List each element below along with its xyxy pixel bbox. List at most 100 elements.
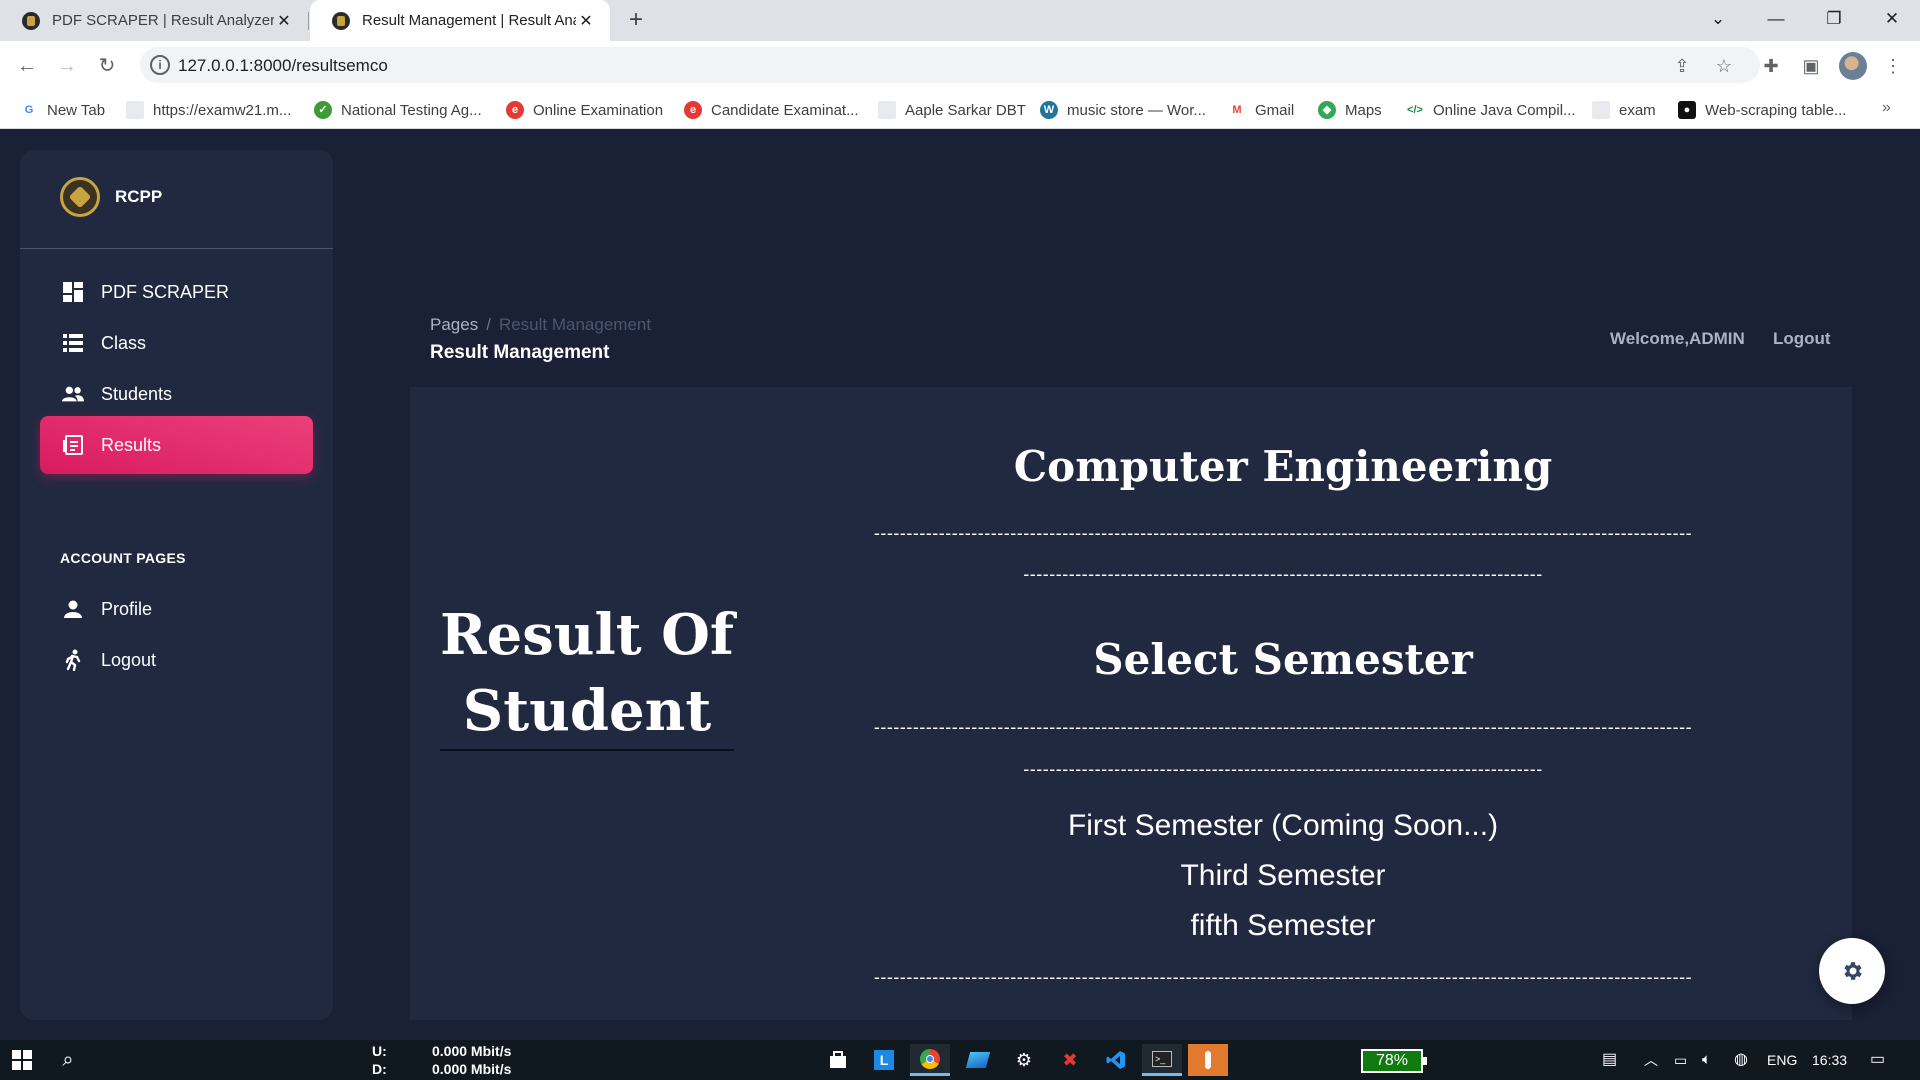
exam-icon: e bbox=[506, 101, 524, 119]
bookmark-label: Maps bbox=[1345, 101, 1382, 119]
bookmark-item[interactable]: W music store — Wor... bbox=[1040, 99, 1206, 121]
editor-app-icon[interactable] bbox=[958, 1044, 998, 1076]
bookmark-label: music store — Wor... bbox=[1067, 101, 1206, 119]
net-down-label: D: bbox=[372, 1061, 387, 1077]
minimize-icon[interactable]: — bbox=[1748, 0, 1804, 41]
chrome-icon[interactable] bbox=[910, 1044, 950, 1076]
windows-taskbar: ⌕ U: D: 0.000 Mbit/s 0.000 Mbit/s L ⚙ ✖ … bbox=[0, 1040, 1920, 1080]
ide-app-icon[interactable] bbox=[1188, 1044, 1228, 1076]
brand[interactable]: RCPP bbox=[60, 177, 162, 217]
bookmark-item[interactable]: ✓ National Testing Ag... bbox=[314, 99, 482, 121]
sidebar-item-results[interactable]: Results bbox=[40, 416, 313, 474]
breadcrumb-root[interactable]: Pages bbox=[430, 315, 478, 334]
bookmark-item[interactable]: exam bbox=[1592, 99, 1656, 121]
semester-link-fifth[interactable]: fifth Semester bbox=[738, 909, 1828, 943]
code-icon: </> bbox=[1406, 101, 1424, 119]
site-favicon-icon bbox=[22, 11, 40, 30]
language-indicator[interactable]: ENG bbox=[1767, 1040, 1797, 1080]
close-tab-icon[interactable]: ✕ bbox=[274, 11, 294, 31]
store-icon[interactable] bbox=[818, 1044, 858, 1076]
bookmark-star-icon[interactable]: ☆ bbox=[1712, 54, 1736, 78]
bookmark-item[interactable]: ◆ Maps bbox=[1318, 99, 1382, 121]
news-icon[interactable]: ▤ bbox=[1602, 1040, 1617, 1080]
windows-start-icon[interactable] bbox=[8, 1040, 36, 1080]
battery-icon[interactable]: ▭ bbox=[1674, 1040, 1687, 1080]
vscode-icon[interactable] bbox=[1096, 1044, 1136, 1076]
app-root: RCPP PDF SCRAPER Class Students Results … bbox=[0, 129, 1920, 1040]
clock[interactable]: 16:33 bbox=[1812, 1040, 1847, 1080]
browser-tab-pdf-scraper[interactable]: PDF SCRAPER | Result Analyzer S ✕ bbox=[0, 0, 308, 41]
sidebar-item-students[interactable]: Students bbox=[40, 365, 313, 423]
site-info-icon[interactable]: i bbox=[150, 55, 170, 75]
sidebar-item-logout[interactable]: Logout bbox=[40, 631, 313, 689]
sidebar-divider bbox=[20, 248, 333, 249]
chevron-up-icon[interactable]: ︿ bbox=[1644, 1040, 1658, 1080]
dashboard-icon bbox=[62, 281, 84, 303]
bookmark-label: https://examw21.m... bbox=[153, 101, 292, 119]
bookmark-item[interactable]: https://examw21.m... bbox=[126, 99, 291, 121]
nta-icon: ✓ bbox=[314, 101, 332, 119]
globe-icon[interactable]: ◍ bbox=[1734, 1040, 1748, 1080]
battery-indicator[interactable]: 78% bbox=[1361, 1049, 1427, 1073]
sidebar-item-label: Class bbox=[101, 332, 147, 353]
net-up-label: U: bbox=[372, 1043, 387, 1059]
bookmark-item[interactable]: e Online Examination bbox=[506, 99, 663, 121]
tab-search-chevron-icon[interactable]: ⌄ bbox=[1690, 0, 1746, 41]
url-text[interactable]: 127.0.0.1:8000/resultsemco bbox=[178, 56, 388, 76]
bookmark-item[interactable]: </> Online Java Compil... bbox=[1406, 99, 1576, 121]
welcome-text: Welcome,ADMIN bbox=[1610, 329, 1745, 348]
page-title: Result Management bbox=[430, 342, 610, 363]
sidebar-item-profile[interactable]: Profile bbox=[40, 580, 313, 638]
settings-fab[interactable] bbox=[1819, 938, 1885, 1004]
sidebar-item-label: Students bbox=[101, 383, 173, 404]
run-icon bbox=[62, 649, 84, 671]
search-icon[interactable]: ⌕ bbox=[54, 1040, 82, 1080]
share-icon[interactable]: ⇪ bbox=[1670, 54, 1694, 78]
lens-app-icon[interactable]: L bbox=[864, 1044, 904, 1076]
more-bookmarks-chevron-icon[interactable]: » bbox=[1882, 99, 1891, 117]
users-icon bbox=[62, 383, 84, 405]
browser-tab-result-management[interactable]: Result Management | Result Anal ✕ bbox=[310, 0, 610, 41]
notifications-icon[interactable]: ▭ bbox=[1870, 1040, 1885, 1080]
profile-avatar[interactable] bbox=[1839, 52, 1867, 80]
exam-icon: e bbox=[684, 101, 702, 119]
semester-link-first[interactable]: First Semester (Coming Soon...) bbox=[738, 809, 1828, 843]
sidebar-item-pdf-scraper[interactable]: PDF SCRAPER bbox=[40, 263, 313, 321]
bookmark-item[interactable]: ● Web-scraping table... bbox=[1678, 99, 1846, 121]
net-down-speed: 0.000 Mbit/s bbox=[432, 1061, 512, 1077]
sidebar-item-label: Logout bbox=[101, 649, 157, 670]
browser-tab-strip: PDF SCRAPER | Result Analyzer S ✕ Result… bbox=[0, 0, 1920, 41]
extensions-puzzle-icon[interactable]: ✚ bbox=[1758, 53, 1784, 79]
reload-icon[interactable]: ↻ bbox=[92, 51, 122, 81]
sidebar-item-label: Results bbox=[101, 434, 162, 455]
close-window-icon[interactable]: ✕ bbox=[1864, 0, 1920, 41]
google-icon: G bbox=[20, 101, 38, 119]
bookmark-item[interactable]: Aaple Sarkar DBT bbox=[878, 99, 1026, 121]
dashed-separator: ----------------------------------------… bbox=[1023, 564, 1543, 584]
address-bar[interactable]: i 127.0.0.1:8000/resultsemco ⇪ ☆ bbox=[140, 47, 1760, 83]
semester-link-third[interactable]: Third Semester bbox=[738, 859, 1828, 893]
logout-link[interactable]: Logout bbox=[1773, 329, 1831, 349]
bookmark-item[interactable]: M Gmail bbox=[1228, 99, 1294, 121]
bookmark-item[interactable]: e Candidate Examinat... bbox=[684, 99, 859, 121]
bookmark-item[interactable]: G New Tab bbox=[20, 99, 105, 121]
bookmark-label: Gmail bbox=[1255, 101, 1295, 119]
department-title: Computer Engineering bbox=[1013, 442, 1553, 491]
wordpress-icon: W bbox=[1040, 101, 1058, 119]
forward-arrow-icon[interactable]: → bbox=[52, 51, 82, 81]
settings-gear-icon[interactable]: ⚙ bbox=[1004, 1044, 1044, 1076]
new-tab-plus-icon[interactable]: + bbox=[622, 6, 650, 34]
kebab-menu-icon[interactable]: ⋮ bbox=[1880, 53, 1906, 79]
volume-icon[interactable]: 🔈︎ bbox=[1702, 1040, 1711, 1080]
close-tab-icon[interactable]: ✕ bbox=[576, 11, 596, 31]
xampp-icon[interactable]: ✖ bbox=[1050, 1044, 1090, 1076]
sidebar-item-class[interactable]: Class bbox=[40, 314, 313, 372]
net-up-speed: 0.000 Mbit/s bbox=[432, 1043, 512, 1059]
terminal-icon[interactable]: >_ bbox=[1142, 1044, 1182, 1076]
table-icon bbox=[62, 332, 84, 354]
side-panel-icon[interactable]: ▣ bbox=[1798, 53, 1824, 79]
restore-icon[interactable]: ❐ bbox=[1806, 0, 1862, 41]
brand-name: RCPP bbox=[115, 187, 163, 206]
back-arrow-icon[interactable]: ← bbox=[12, 51, 42, 81]
receipt-icon bbox=[62, 434, 84, 456]
